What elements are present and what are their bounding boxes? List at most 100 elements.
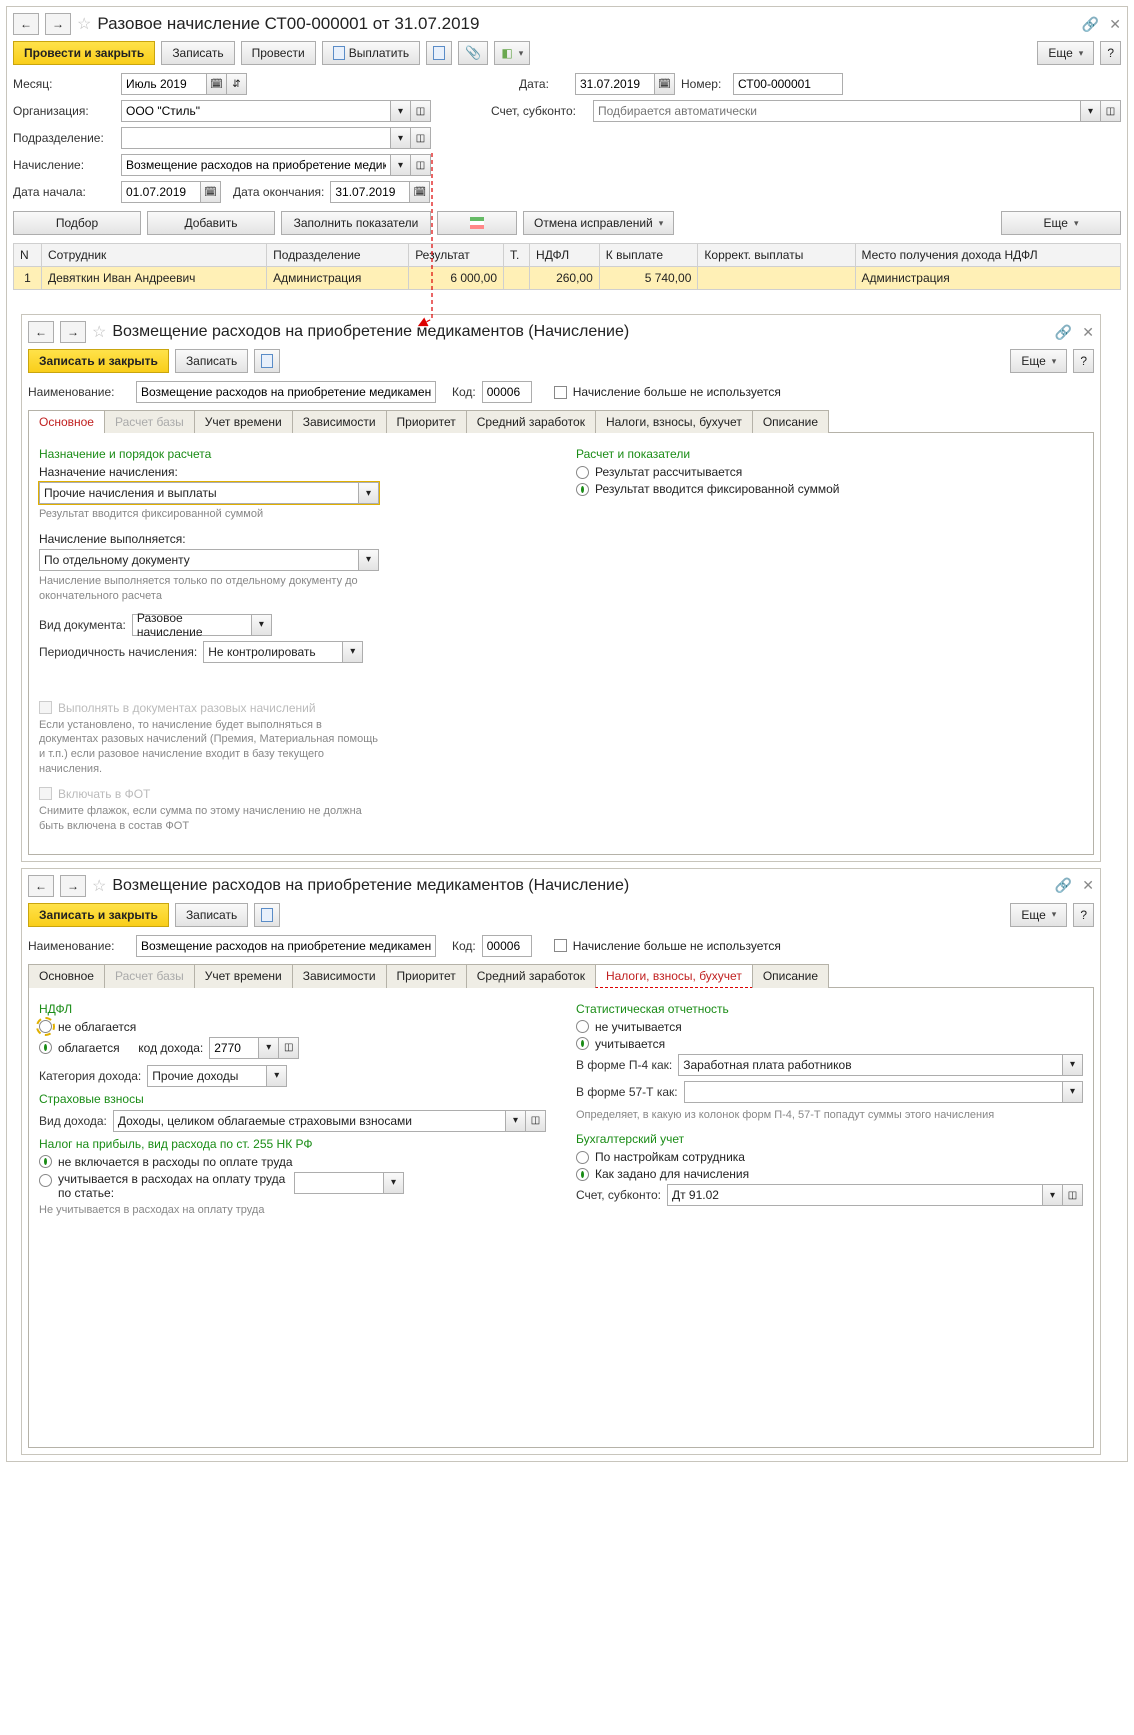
end-date-input[interactable] [330, 181, 410, 203]
dropdown-icon[interactable]: ▾ [1043, 1184, 1063, 1206]
print-button[interactable] [426, 41, 452, 65]
nav-back-button[interactable]: ← [13, 13, 39, 35]
result-calculated-radio[interactable] [576, 466, 589, 479]
acc-by-employee-radio[interactable] [576, 1151, 589, 1164]
period-select[interactable]: Не контролировать [203, 641, 343, 663]
code-input[interactable] [482, 935, 532, 957]
dropdown-icon[interactable]: ▾ [267, 1065, 287, 1087]
tab-base[interactable]: Расчет базы [104, 410, 195, 433]
close-icon[interactable]: ✕ [1109, 16, 1121, 33]
open-icon[interactable]: ◫ [411, 100, 431, 122]
open-icon[interactable]: ◫ [279, 1037, 299, 1059]
nav-forward-button[interactable]: → [60, 321, 86, 343]
save-and-close-button[interactable]: Записать и закрыть [28, 903, 169, 927]
exec-select[interactable]: По отдельному документу [39, 549, 359, 571]
save-and-close-button[interactable]: Записать и закрыть [28, 349, 169, 373]
open-icon[interactable]: ◫ [1063, 1184, 1083, 1206]
open-icon[interactable]: ◫ [526, 1110, 546, 1132]
more-button[interactable]: Еще [1010, 903, 1067, 927]
nav-forward-button[interactable]: → [60, 875, 86, 897]
post-button[interactable]: Провести [241, 41, 316, 65]
post-and-close-button[interactable]: Провести и закрыть [13, 41, 155, 65]
dropdown-icon[interactable]: ▾ [359, 482, 379, 504]
tab-deps[interactable]: Зависимости [292, 410, 387, 433]
start-date-input[interactable] [121, 181, 201, 203]
close-icon[interactable]: ✕ [1082, 877, 1094, 894]
dropdown-icon[interactable]: ▾ [391, 127, 411, 149]
dropdown-icon[interactable]: ▾ [384, 1172, 404, 1194]
stat-yes-radio[interactable] [576, 1037, 589, 1050]
expense-article-select[interactable] [294, 1172, 384, 1194]
dropdown-icon[interactable]: ▾ [252, 614, 272, 636]
calendar-icon[interactable]: 🗓 [410, 181, 430, 203]
tab-base[interactable]: Расчет базы [104, 964, 195, 988]
dropdown-icon[interactable]: ▾ [343, 641, 363, 663]
ndfl-notax-radio[interactable] [39, 1020, 52, 1033]
write-button[interactable]: Записать [175, 349, 248, 373]
income-code-input[interactable] [209, 1037, 259, 1059]
help-button[interactable]: ? [1073, 349, 1094, 373]
tab-time[interactable]: Учет времени [194, 964, 293, 988]
link-icon[interactable]: 🔗 [1055, 877, 1072, 894]
org-input[interactable] [121, 100, 391, 122]
tab-avg[interactable]: Средний заработок [466, 410, 596, 433]
add-button[interactable]: Добавить [147, 211, 275, 235]
date-input[interactable] [575, 73, 655, 95]
dropdown-icon[interactable]: ▾ [1063, 1054, 1083, 1076]
tab-priority[interactable]: Приоритет [386, 964, 467, 988]
accrual-input[interactable] [121, 154, 391, 176]
more-button[interactable]: Еще [1010, 349, 1067, 373]
favorite-icon[interactable]: ☆ [92, 876, 106, 896]
tab-main[interactable]: Основное [28, 410, 105, 433]
form-button[interactable] [254, 349, 280, 373]
tab-time[interactable]: Учет времени [194, 410, 293, 433]
link-icon[interactable]: 🔗 [1055, 324, 1072, 341]
number-input[interactable] [733, 73, 843, 95]
form-button[interactable] [254, 903, 280, 927]
tab-taxes[interactable]: Налоги, взносы, бухучет [595, 964, 753, 988]
open-icon[interactable]: ◫ [1101, 100, 1121, 122]
calendar-icon[interactable]: 🗓 [207, 73, 227, 95]
dropdown-icon[interactable]: ▾ [1081, 100, 1101, 122]
fill-indicators-button[interactable]: Заполнить показатели [281, 211, 431, 235]
open-icon[interactable]: ◫ [411, 127, 431, 149]
link-icon[interactable]: 🔗 [1082, 16, 1099, 33]
name-input[interactable] [136, 935, 436, 957]
nav-back-button[interactable]: ← [28, 875, 54, 897]
result-fixed-radio[interactable] [576, 483, 589, 496]
tab-priority[interactable]: Приоритет [386, 410, 467, 433]
write-button[interactable]: Записать [175, 903, 248, 927]
dropdown-icon[interactable]: ▾ [391, 100, 411, 122]
favorite-icon[interactable]: ☆ [92, 322, 106, 342]
income-type-select[interactable]: Доходы, целиком облагаемые страховыми вз… [113, 1110, 506, 1132]
doctype-select[interactable]: Разовое начисление [132, 614, 252, 636]
dropdown-icon[interactable]: ▾ [506, 1110, 526, 1132]
pay-button[interactable]: Выплатить [322, 41, 421, 65]
dropdown-icon[interactable]: ▾ [259, 1037, 279, 1059]
nav-forward-button[interactable]: → [45, 13, 71, 35]
cancel-corrections-button[interactable]: Отмена исправлений [523, 211, 674, 235]
dropdown-icon[interactable]: ▾ [391, 154, 411, 176]
write-button[interactable]: Записать [161, 41, 234, 65]
favorite-icon[interactable]: ☆ [77, 14, 91, 34]
account-input[interactable] [593, 100, 1081, 122]
dropdown-icon[interactable]: ▾ [359, 549, 379, 571]
open-icon[interactable]: ◫ [411, 154, 431, 176]
calendar-icon[interactable]: 🗓 [201, 181, 221, 203]
not-used-checkbox[interactable] [554, 386, 567, 399]
table-row[interactable]: 1 Девяткин Иван Андреевич Администрация … [14, 267, 1121, 290]
tab-avg[interactable]: Средний заработок [466, 964, 596, 988]
code-input[interactable] [482, 381, 532, 403]
dropdown-icon[interactable]: ▾ [1063, 1081, 1083, 1103]
purpose-select[interactable]: Прочие начисления и выплаты [39, 482, 359, 504]
acc-by-accrual-radio[interactable] [576, 1168, 589, 1181]
account-select[interactable]: Дт 91.02 [667, 1184, 1043, 1206]
tab-desc[interactable]: Описание [752, 410, 829, 433]
tab-deps[interactable]: Зависимости [292, 964, 387, 988]
help-button[interactable]: ? [1100, 41, 1121, 65]
p4-select[interactable]: Заработная плата работников [678, 1054, 1063, 1076]
table-more-button[interactable]: Еще [1001, 211, 1121, 235]
stepper-icon[interactable]: ⇵ [227, 73, 247, 95]
select-button[interactable]: Подбор [13, 211, 141, 235]
dept-input[interactable] [121, 127, 391, 149]
